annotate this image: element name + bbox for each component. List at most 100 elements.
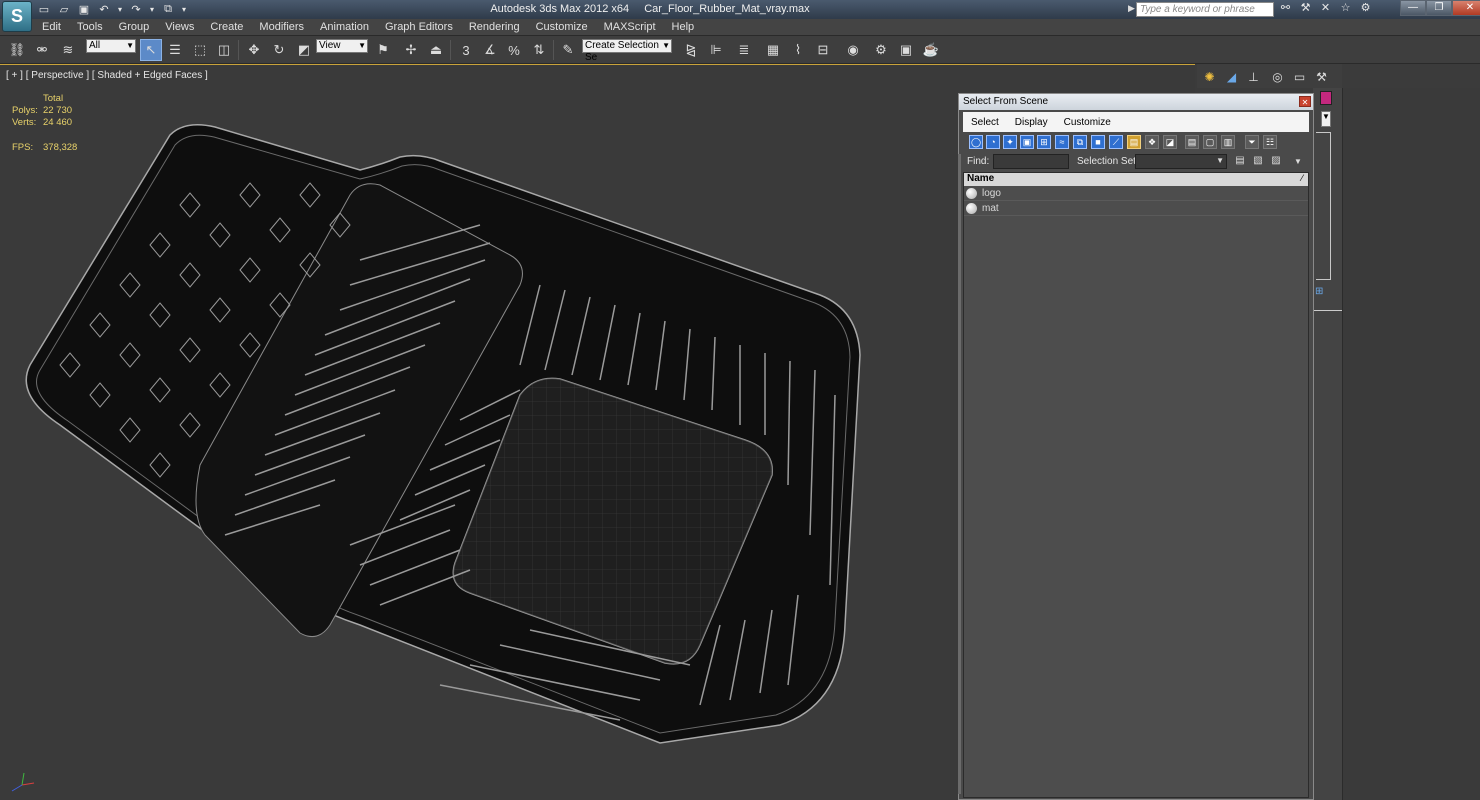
material-editor-icon[interactable]: ◉ [842, 39, 864, 61]
edit-selection-set-icon[interactable]: ▤ [1233, 155, 1247, 169]
app-logo-button[interactable]: S [2, 1, 32, 32]
close-button[interactable]: ✕ [1452, 0, 1480, 16]
help-icon[interactable]: ⚙ [1358, 1, 1373, 17]
rendered-frame-window-icon[interactable]: ▣ [895, 39, 917, 61]
modifier-list-dropdown[interactable]: ▼ [1321, 111, 1331, 127]
select-from-scene-dialog: Select From Scene ✕ Select Display Customi… [958, 93, 1314, 800]
select-and-rotate-icon[interactable]: ↻ [268, 39, 290, 61]
scene-object-list[interactable]: Name ⁄ logo mat [963, 172, 1309, 798]
menu-help[interactable]: Help [664, 21, 703, 33]
dialog-title-bar[interactable]: Select From Scene ✕ [959, 94, 1313, 110]
bind-to-space-warp-icon[interactable]: ≋ [57, 39, 79, 61]
display-groups-icon[interactable]: ⧉ [1073, 135, 1087, 149]
dialog-menu-select[interactable]: Select [963, 117, 1007, 128]
select-and-scale-icon[interactable]: ◩ [293, 39, 315, 61]
dialog-resize-edge[interactable] [958, 154, 961, 794]
display-lights-icon[interactable]: ✦ [1003, 135, 1017, 149]
menu-group[interactable]: Group [111, 21, 158, 33]
list-item[interactable]: logo [964, 186, 1308, 201]
percent-snap-label: % [508, 42, 520, 58]
tools-icon[interactable]: ⚒ [1298, 1, 1313, 17]
display-xrefs-icon[interactable]: ■ [1091, 135, 1105, 149]
menu-views[interactable]: Views [157, 21, 202, 33]
create-selection-set-icon[interactable]: ▧ [1251, 155, 1265, 169]
display-invert-icon[interactable]: ▥ [1221, 135, 1235, 149]
angle-snap-icon[interactable]: ∡ [479, 39, 501, 61]
utilities-tab-icon[interactable]: ⚒ [1313, 68, 1330, 85]
display-hidden-icon[interactable]: ◪ [1163, 135, 1177, 149]
menu-maxscript[interactable]: MAXScript [596, 21, 664, 33]
menu-rendering[interactable]: Rendering [461, 21, 528, 33]
edit-named-selection-icon[interactable]: ✎ [557, 39, 579, 61]
spinner-snap-icon[interactable]: ⇅ [528, 39, 550, 61]
display-all-icon[interactable]: ▤ [1185, 135, 1199, 149]
pivot-center-icon[interactable]: ⚑ [372, 39, 394, 61]
snaps-toggle-icon[interactable]: 3 [455, 39, 477, 61]
display-none-icon[interactable]: ▢ [1203, 135, 1217, 149]
display-geometry-icon[interactable]: ◯ [969, 135, 983, 149]
menu-create[interactable]: Create [202, 21, 251, 33]
menu-edit[interactable]: Edit [34, 21, 69, 33]
menu-graph-editors[interactable]: Graph Editors [377, 21, 461, 33]
render-production-icon[interactable]: ☕ [920, 39, 942, 61]
selection-set-dropdown[interactable]: ▼ [1135, 154, 1227, 169]
display-helpers-icon[interactable]: ⊞ [1037, 135, 1051, 149]
viewport-label[interactable]: [ + ] [ Perspective ] [ Shaded + Edged F… [6, 70, 208, 81]
named-selection-set-dropdown[interactable]: Create Selection Se ▼ [582, 39, 672, 63]
display-space-warps-icon[interactable]: ≈ [1055, 135, 1069, 149]
reference-coordinate-dropdown[interactable]: View ▼ [316, 39, 368, 53]
layer-manager-icon[interactable]: ≣ [733, 39, 755, 61]
rectangular-selection-icon[interactable]: ⬚ [189, 39, 211, 61]
selection-filter-dropdown[interactable]: All ▼ [86, 39, 136, 53]
minimize-button[interactable]: — [1400, 0, 1426, 16]
modifier-stack[interactable] [1316, 132, 1331, 280]
delete-selection-set-icon[interactable]: ▨ [1269, 155, 1283, 169]
create-tab-icon[interactable]: ✺ [1201, 68, 1218, 85]
select-and-move-icon[interactable]: ✥ [243, 39, 265, 61]
motion-tab-icon[interactable]: ◎ [1269, 68, 1286, 85]
menu-tools[interactable]: Tools [69, 21, 111, 33]
object-color-swatch[interactable] [1320, 91, 1332, 105]
display-cameras-icon[interactable]: ▣ [1020, 135, 1034, 149]
find-input[interactable] [993, 154, 1069, 169]
display-frozen-icon[interactable]: ❖ [1145, 135, 1159, 149]
select-and-manipulate-icon[interactable]: ✢ [400, 39, 422, 61]
select-object-icon[interactable]: ↖ [140, 39, 162, 61]
keyboard-shortcut-override-icon[interactable]: ⏏ [425, 39, 447, 61]
dialog-menu-customize[interactable]: Customize [1056, 117, 1119, 128]
dialog-menu-display[interactable]: Display [1007, 117, 1056, 128]
favorites-star-icon[interactable]: ☆ [1338, 1, 1353, 17]
graphite-ribbon-icon[interactable]: ▦ [762, 39, 784, 61]
modify-tab-icon[interactable]: ◢ [1223, 68, 1240, 85]
display-containers-icon[interactable]: ▤ [1127, 135, 1141, 149]
binoculars-icon[interactable]: ⚯ [1278, 1, 1293, 17]
menu-customize[interactable]: Customize [528, 21, 596, 33]
infocenter-search-input[interactable]: Type a keyword or phrase [1136, 2, 1274, 17]
window-crossing-icon[interactable]: ◫ [213, 39, 235, 61]
name-column-header[interactable]: Name ⁄ [964, 173, 1308, 186]
align-icon[interactable]: ⊫ [705, 39, 727, 61]
menu-modifiers[interactable]: Modifiers [251, 21, 312, 33]
communication-icon[interactable]: ✕ [1318, 1, 1333, 17]
mirror-icon[interactable]: ⧎ [680, 39, 702, 61]
search-expand-icon[interactable]: ▶ [1128, 3, 1135, 14]
dialog-close-button[interactable]: ✕ [1299, 96, 1311, 107]
maximize-button[interactable]: ❐ [1426, 0, 1452, 16]
unlink-selection-icon[interactable]: ⚮ [31, 39, 53, 61]
hierarchy-tab-icon[interactable]: ⊥ [1245, 68, 1262, 85]
list-item[interactable]: mat [964, 201, 1308, 216]
menu-animation[interactable]: Animation [312, 21, 377, 33]
render-setup-icon[interactable]: ⚙ [870, 39, 892, 61]
display-shapes-icon[interactable]: ◔ [986, 135, 1000, 149]
curve-editor-icon[interactable]: ⌇ [787, 39, 809, 61]
percent-snap-icon[interactable]: % [503, 39, 525, 61]
expand-options-icon[interactable]: ▼ [1291, 157, 1305, 171]
display-bones-icon[interactable]: ⟋ [1109, 135, 1123, 149]
pin-stack-icon[interactable]: ⊞ [1315, 286, 1323, 297]
display-tab-icon[interactable]: ▭ [1291, 68, 1308, 85]
select-and-link-icon[interactable]: ⛓ [6, 39, 28, 61]
select-by-name-icon[interactable]: ☰ [164, 39, 186, 61]
schematic-view-icon[interactable]: ⊟ [812, 39, 834, 61]
filter-icon[interactable]: ⏷ [1245, 135, 1259, 149]
filter-options-icon[interactable]: ☷ [1263, 135, 1277, 149]
